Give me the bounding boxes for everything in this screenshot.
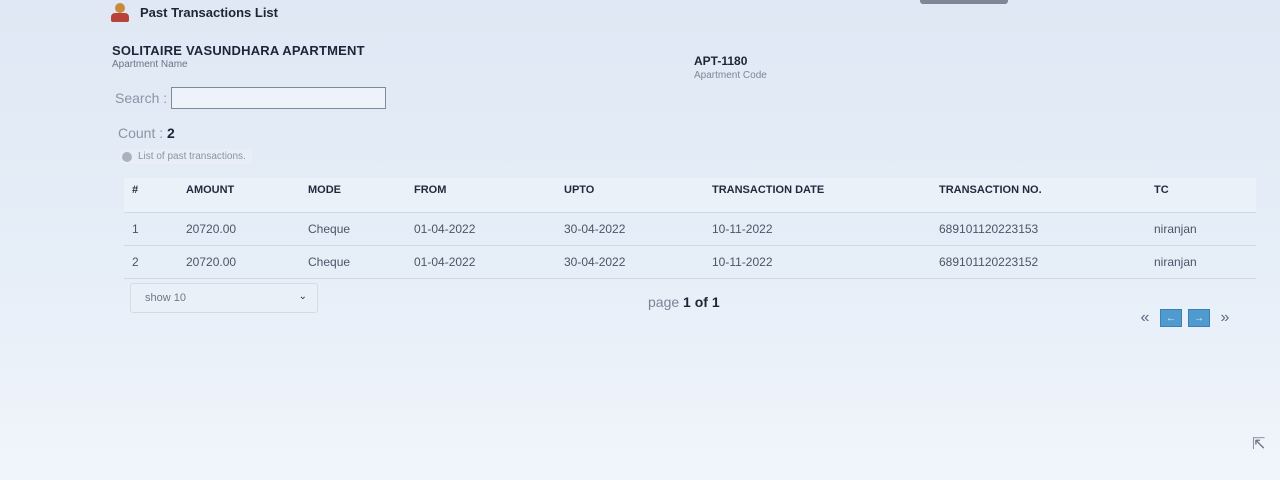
cell-upto: 30-04-2022 [564,255,626,269]
cell-index: 2 [132,255,139,269]
cell-index: 1 [132,222,139,236]
search-label: Search : [115,90,168,106]
col-header-transaction-no[interactable]: TRANSACTION NO. [939,184,1042,196]
cell-transaction-no: 689101120223152 [939,255,1039,269]
apartment-code-label: Apartment Code [694,70,767,81]
apartment-name-block: SOLITAIRE VASUNDHARA APARTMENT Apartment… [112,43,365,70]
first-page-button[interactable]: « [1136,309,1154,327]
cell-tc: niranjan [1154,222,1197,236]
page-label: page [648,294,680,310]
cell-transaction-date: 10-11-2022 [712,222,773,236]
col-header-upto[interactable]: UPTO [564,184,594,196]
cell-tc: niranjan [1154,255,1197,269]
table-header-row: # AMOUNT MODE FROM UPTO TRANSACTION DATE… [124,178,1256,213]
apartment-name: SOLITAIRE VASUNDHARA APARTMENT [112,43,365,58]
top-toolbar-button[interactable] [920,0,1008,4]
mouse-cursor-icon: ⇱ [1252,436,1266,453]
col-header-amount[interactable]: AMOUNT [186,184,234,196]
cell-amount: 20720.00 [186,255,237,269]
search-input[interactable] [171,87,387,109]
cell-transaction-no: 689101120223153 [939,222,1039,236]
pagination-controls: « ← → » [1136,309,1234,327]
page-current: 1 [683,294,691,310]
col-header-transaction-date[interactable]: TRANSACTION DATE [712,184,824,196]
transactions-table: # AMOUNT MODE FROM UPTO TRANSACTION DATE… [124,178,1256,279]
table-row[interactable]: 1 20720.00 Cheque 01-04-2022 30-04-2022 … [124,213,1256,246]
page-size-select[interactable]: show 10 ⌄ [130,283,318,313]
col-header-tc[interactable]: TC [1154,184,1169,196]
search-bar: Search : [115,87,387,109]
caption-text: List of past transactions. [138,151,246,162]
page-indicator: page 1 of 1 [648,294,720,310]
prev-page-button[interactable]: ← [1160,309,1182,327]
apartment-code-block: APT-1180 Apartment Code [694,54,767,81]
count-display: Count : 2 [118,125,175,141]
cell-amount: 20720.00 [186,222,237,236]
cell-mode: Cheque [308,222,351,236]
apartment-code: APT-1180 [694,54,748,68]
table-caption: List of past transactions. [120,149,252,164]
info-dot-icon [122,151,132,162]
count-value: 2 [167,125,175,141]
col-header-index[interactable]: # [132,184,138,196]
col-header-mode[interactable]: MODE [308,184,341,196]
temple-logo-icon [108,1,132,23]
apartment-name-label: Apartment Name [112,59,188,70]
col-header-from[interactable]: FROM [414,184,446,196]
page-size-value: show 10 [145,292,186,304]
count-label: Count : [118,125,164,141]
page-title: Past Transactions List [140,4,278,20]
chevron-down-icon: ⌄ [298,291,307,302]
cell-transaction-date: 10-11-2022 [712,255,773,269]
page-header: Past Transactions List [108,0,278,24]
table-row[interactable]: 2 20720.00 Cheque 01-04-2022 30-04-2022 … [124,246,1256,279]
table-footer: show 10 ⌄ page 1 of 1 [130,283,1250,313]
cell-from: 01-04-2022 [414,222,476,236]
last-page-button[interactable]: » [1216,309,1234,327]
page-total: of 1 [694,294,720,310]
next-page-button[interactable]: → [1188,309,1210,327]
cell-upto: 30-04-2022 [564,222,626,236]
cell-from: 01-04-2022 [414,255,476,269]
cell-mode: Cheque [308,255,351,269]
